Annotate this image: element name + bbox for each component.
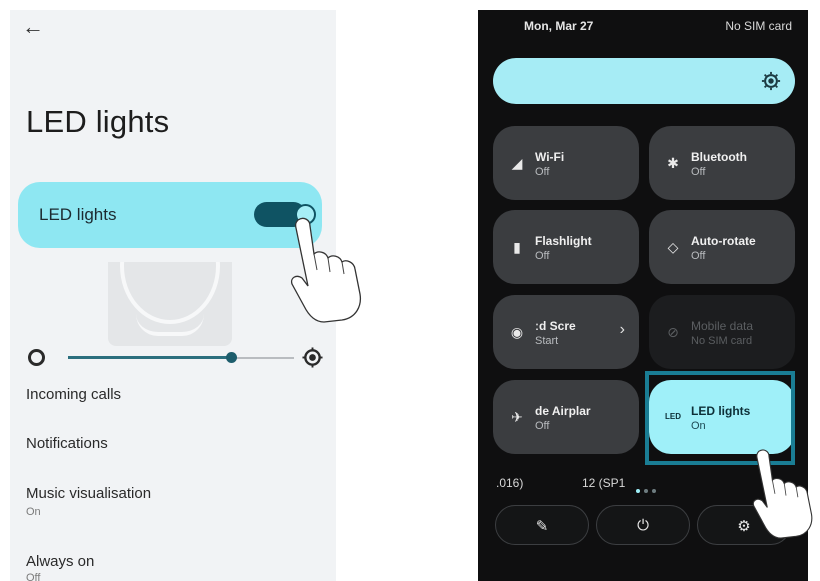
tile-screen-record-label: ːd Scre <box>535 319 576 333</box>
page-dot <box>644 489 648 493</box>
bluetooth-icon: ✱ <box>667 155 679 171</box>
mobile-data-off-icon: ⊘ <box>667 324 679 340</box>
tile-mobile-data[interactable]: ⊘ Mobile data No SIM card <box>649 295 795 369</box>
page-indicator <box>636 480 660 498</box>
page-title: LED lights <box>26 104 170 139</box>
tile-auto-rotate[interactable]: ◇ Auto-rotate Off <box>649 210 795 284</box>
auto-rotate-icon: ◇ <box>667 239 679 255</box>
preview-arc <box>136 314 204 336</box>
menu-item-notifications[interactable]: Notifications <box>26 435 108 452</box>
flashlight-icon: ▮ <box>513 239 521 255</box>
pointing-hand-icon <box>752 449 813 539</box>
brightness-slider-row <box>24 346 324 370</box>
page-dot <box>652 489 656 493</box>
menu-item-always-on-state: Off <box>26 572 41 581</box>
tile-bluetooth-state: Off <box>691 166 706 178</box>
tile-auto-rotate-label: Auto-rotate <box>691 234 756 248</box>
build-number-mid: 12 (SP1 <box>582 476 626 490</box>
wifi-icon: ◢ <box>511 155 523 171</box>
build-number-left: .016) <box>496 476 524 490</box>
tile-airplane-state: Off <box>535 420 550 432</box>
brightness-high-icon <box>302 347 323 368</box>
settings-screen: ← LED lights LED lights Incoming calls N… <box>10 10 336 581</box>
page-dot <box>636 489 640 493</box>
power-icon: ⏻ <box>637 517 649 534</box>
menu-item-incoming-calls[interactable]: Incoming calls <box>26 386 121 403</box>
stage: ← LED lights LED lights Incoming calls N… <box>0 0 820 581</box>
tile-airplane-mode[interactable]: ✈ de Airplar Off <box>493 380 639 454</box>
led-preview-image <box>108 262 232 346</box>
menu-item-music-visualisation[interactable]: Music visualisation <box>26 485 151 502</box>
tile-bluetooth[interactable]: ✱ Bluetooth Off <box>649 126 795 200</box>
airplane-icon: ✈ <box>511 409 523 425</box>
edit-button[interactable]: ✎ <box>495 505 589 545</box>
brightness-slider-fill <box>68 356 231 359</box>
tile-screen-record[interactable]: ◉ ːd Scre Start › <box>493 295 639 369</box>
menu-item-always-on[interactable]: Always on <box>26 553 94 570</box>
tile-flashlight-state: Off <box>535 250 550 262</box>
screen-record-icon: ◉ <box>510 324 524 340</box>
brightness-low-icon <box>28 349 45 366</box>
led-lights-toggle-card[interactable]: LED lights <box>18 182 322 248</box>
tile-mobile-data-label: Mobile data <box>691 319 754 333</box>
tile-wifi-state: Off <box>535 166 550 178</box>
brightness-icon <box>761 71 781 91</box>
tile-wifi[interactable]: ◢ Wi-Fi Off <box>493 126 639 200</box>
status-sim: No SIM card <box>725 19 792 33</box>
chevron-right-icon: › <box>619 321 625 338</box>
tile-wifi-label: Wi-Fi <box>535 150 565 164</box>
tile-mobile-data-state: No SIM card <box>691 335 753 347</box>
menu-item-music-visualisation-state: On <box>26 506 41 518</box>
status-date: Mon, Mar 27 <box>524 19 594 33</box>
tile-screen-record-state: Start <box>535 335 559 347</box>
brightness-slider-thumb[interactable] <box>225 352 237 363</box>
brightness-bar[interactable] <box>493 58 795 104</box>
pencil-icon: ✎ <box>535 518 549 535</box>
tile-flashlight-label: Flashlight <box>535 234 592 248</box>
tile-airplane-label: de Airplar <box>535 404 591 418</box>
power-button[interactable]: ⏻ <box>596 505 690 545</box>
pointing-hand-icon <box>290 217 362 323</box>
tile-auto-rotate-state: Off <box>691 250 706 262</box>
tile-flashlight[interactable]: ▮ Flashlight Off <box>493 210 639 284</box>
tile-bluetooth-label: Bluetooth <box>691 150 747 164</box>
back-arrow-icon[interactable]: ← <box>22 16 44 38</box>
led-lights-toggle-label: LED lights <box>39 205 117 224</box>
